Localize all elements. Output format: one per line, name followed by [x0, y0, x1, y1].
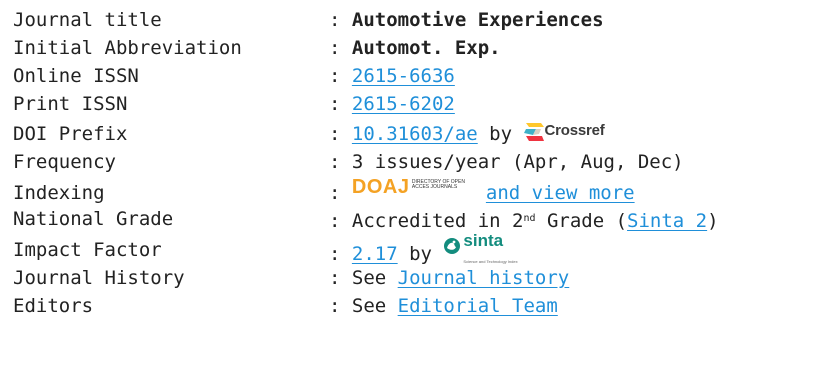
label-online-issn: Online ISSN: [13, 65, 139, 87]
by-text: by: [477, 123, 524, 145]
doaj-logo[interactable]: DOAJ DIRECTORY OF OPEN ACCES JOURNALS: [352, 176, 486, 207]
doaj-wordmark: DOAJ: [351, 176, 410, 198]
sinta-grade-link[interactable]: Sinta 2: [627, 210, 707, 232]
separator: :: [329, 243, 352, 265]
label-print-issn: Print ISSN: [13, 93, 128, 115]
crossref-wordmark: Crossref: [544, 122, 605, 139]
label-impact-factor: Impact Factor: [13, 239, 162, 261]
abbreviation-value: Automot. Exp.: [351, 37, 501, 59]
print-issn-link[interactable]: 2615-6202: [352, 93, 455, 115]
separator: :: [329, 65, 352, 87]
sinta-globe-icon: [444, 238, 461, 254]
separator: :: [329, 295, 352, 317]
grade-close-paren: ): [707, 210, 719, 232]
crossref-mark-icon: [523, 123, 544, 141]
label-doi-prefix: DOI Prefix: [13, 123, 128, 145]
label-journal-history: Journal History: [13, 267, 185, 289]
editorial-team-link[interactable]: Editorial Team: [398, 295, 558, 317]
grade-ordinal: nd: [523, 213, 536, 224]
separator: :: [329, 267, 352, 289]
separator: :: [329, 9, 352, 31]
by-text: by: [397, 243, 444, 265]
journal-title-value: Automotive Experiences: [351, 9, 604, 31]
label-abbreviation: Initial Abbreviation: [13, 37, 242, 59]
separator: :: [329, 93, 352, 115]
label-national-grade: National Grade: [13, 208, 174, 230]
separator: :: [329, 151, 352, 173]
doaj-subtitle: DIRECTORY OF OPEN ACCES JOURNALS: [411, 179, 465, 190]
separator: :: [329, 182, 352, 204]
label-journal-title: Journal title: [13, 9, 162, 31]
journal-history-link[interactable]: Journal history: [398, 267, 570, 289]
view-more-indexing-link[interactable]: and view more: [486, 182, 635, 204]
impact-factor-link[interactable]: 2.17: [352, 243, 398, 265]
label-editors: Editors: [13, 295, 94, 317]
online-issn-link[interactable]: 2615-6636: [352, 65, 455, 87]
separator: :: [329, 123, 352, 145]
separator: :: [329, 37, 352, 59]
crossref-logo[interactable]: Crossref: [523, 121, 620, 141]
label-frequency: Frequency: [13, 151, 116, 173]
see-text: See: [351, 267, 398, 289]
see-text: See: [351, 295, 398, 317]
doi-prefix-link[interactable]: 10.31603/ae: [352, 123, 478, 145]
sinta-logo[interactable]: sinta Science and Technology Index: [443, 231, 525, 264]
separator: :: [329, 210, 352, 232]
label-indexing: Indexing: [13, 182, 105, 204]
grade-text-after: Grade (: [535, 210, 628, 232]
frequency-value: 3 issues/year (Apr, Aug, Dec): [351, 151, 684, 173]
